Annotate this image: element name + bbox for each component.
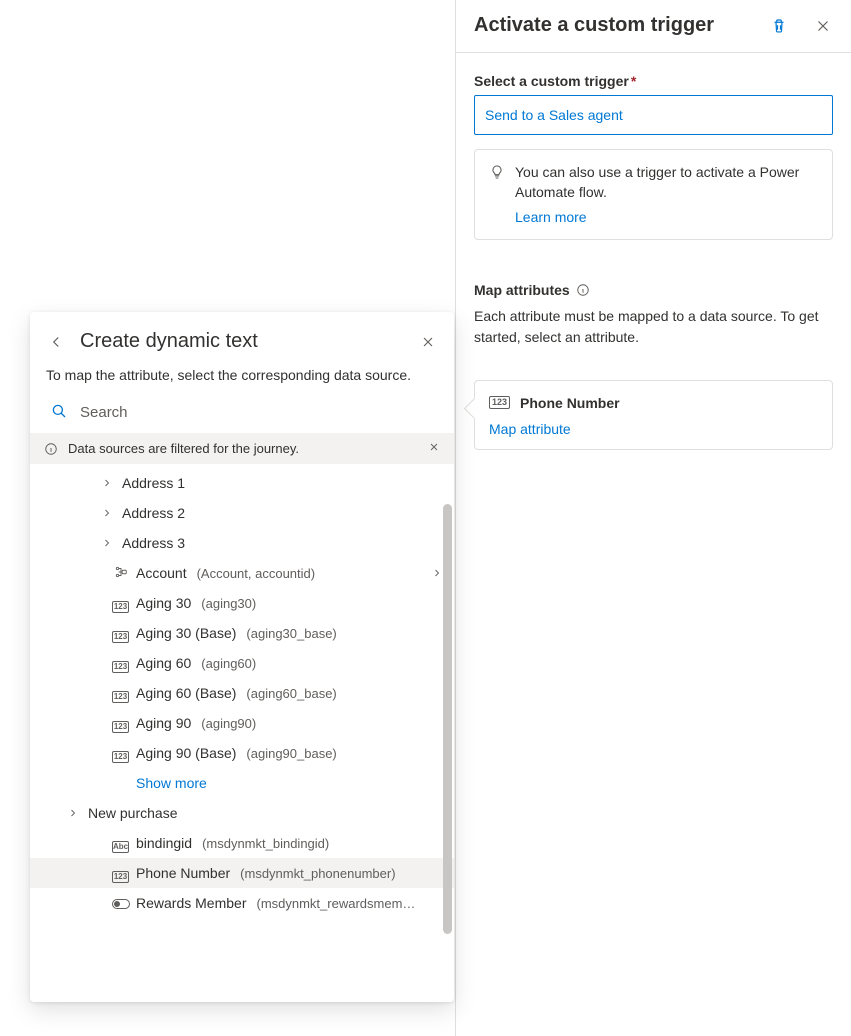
tree-item-label: Aging 60 bbox=[136, 655, 191, 671]
filter-banner-text: Data sources are filtered for the journe… bbox=[68, 441, 299, 456]
number-type-icon: 123 bbox=[112, 871, 129, 883]
activate-trigger-panel: Activate a custom trigger Select a custo… bbox=[455, 0, 851, 1036]
tree-item-sublabel: (aging30_base) bbox=[246, 626, 336, 641]
tree-item-field[interactable]: 123 Aging 30 (aging30) bbox=[30, 588, 454, 618]
back-icon[interactable] bbox=[46, 332, 66, 352]
tree-item-field[interactable]: 123 Aging 90 (aging90) bbox=[30, 708, 454, 738]
panel-header-actions bbox=[769, 12, 833, 36]
select-trigger-value: Send to a Sales agent bbox=[485, 107, 623, 123]
tree-item-sublabel: (aging90) bbox=[201, 716, 256, 731]
info-icon[interactable] bbox=[576, 283, 590, 297]
entity-link-icon bbox=[112, 566, 130, 578]
tree-item-field[interactable]: Abc bindingid (msdynmkt_bindingid) bbox=[30, 828, 454, 858]
tree-item-label: Aging 60 (Base) bbox=[136, 685, 236, 701]
tree-item-entity[interactable]: Account (Account, accountid) bbox=[30, 558, 454, 588]
tree-item-field[interactable]: 123 Aging 90 (Base) (aging90_base) bbox=[30, 738, 454, 768]
panel-title: Activate a custom trigger bbox=[474, 12, 769, 38]
tree-item-field[interactable]: 123 Aging 30 (Base) (aging30_base) bbox=[30, 618, 454, 648]
popup-desc: To map the attribute, select the corresp… bbox=[30, 361, 454, 396]
tree-item-label: Aging 90 (Base) bbox=[136, 745, 236, 761]
tree-item-expandable[interactable]: Address 2 bbox=[30, 498, 454, 528]
popup-close-icon[interactable] bbox=[418, 332, 438, 352]
tree-item-label: Account bbox=[136, 565, 187, 581]
scrollbar[interactable] bbox=[443, 504, 452, 934]
select-trigger-label-text: Select a custom trigger bbox=[474, 73, 629, 89]
attribute-name: Phone Number bbox=[520, 395, 620, 411]
lightbulb-icon bbox=[489, 164, 505, 227]
chevron-right-icon bbox=[66, 807, 80, 819]
chevron-right-icon bbox=[100, 537, 114, 549]
tree-item-label: Aging 90 bbox=[136, 715, 191, 731]
number-type-icon: 123 bbox=[112, 631, 129, 643]
tree-item-label: Aging 30 bbox=[136, 595, 191, 611]
tree-item-sublabel: (aging60) bbox=[201, 656, 256, 671]
search-icon bbox=[50, 402, 68, 423]
number-type-icon: 123 bbox=[112, 601, 129, 613]
tree-section-label: New purchase bbox=[88, 805, 178, 821]
search-row bbox=[30, 396, 454, 433]
tree-item-field[interactable]: 123 Aging 60 (Base) (aging60_base) bbox=[30, 678, 454, 708]
tip-text: You can also use a trigger to activate a… bbox=[515, 164, 799, 200]
attribute-title-row: 123 Phone Number bbox=[489, 395, 818, 411]
text-type-icon: Abc bbox=[112, 841, 129, 853]
tree-item-label: Address 3 bbox=[122, 535, 185, 551]
number-type-icon: 123 bbox=[489, 396, 510, 409]
tree-section[interactable]: New purchase bbox=[30, 798, 454, 828]
tree-item-label: Address 2 bbox=[122, 505, 185, 521]
chevron-right-icon bbox=[430, 567, 444, 579]
tree-item-field[interactable]: 123 Aging 60 (aging60) bbox=[30, 648, 454, 678]
tree-item-label: Address 1 bbox=[122, 475, 185, 491]
panel-header: Activate a custom trigger bbox=[456, 0, 851, 53]
tree-item-label: bindingid bbox=[136, 835, 192, 851]
tree-item-sublabel: (msdynmkt_rewardsmem… bbox=[256, 896, 415, 911]
map-attributes-desc: Each attribute must be mapped to a data … bbox=[474, 306, 833, 348]
number-type-icon: 123 bbox=[112, 661, 129, 673]
tree-item-sublabel: (msdynmkt_phonenumber) bbox=[240, 866, 395, 881]
show-more-link[interactable]: Show more bbox=[30, 768, 454, 798]
filter-banner-dismiss-icon[interactable] bbox=[428, 441, 440, 456]
tree-item-label: Aging 30 (Base) bbox=[136, 625, 236, 641]
tip-content: You can also use a trigger to activate a… bbox=[515, 162, 818, 227]
panel-body: Select a custom trigger* Send to a Sales… bbox=[456, 53, 851, 470]
number-type-icon: 123 bbox=[112, 691, 129, 703]
learn-more-link[interactable]: Learn more bbox=[515, 207, 587, 227]
tree-item-sublabel: (aging90_base) bbox=[246, 746, 336, 761]
select-trigger-label: Select a custom trigger* bbox=[474, 73, 833, 89]
required-asterisk: * bbox=[631, 73, 636, 89]
data-source-tree: Address 1 Address 2 Address 3 Account (Accou… bbox=[30, 464, 454, 1002]
tree-item-sublabel: (aging60_base) bbox=[246, 686, 336, 701]
attribute-card[interactable]: 123 Phone Number Map attribute bbox=[474, 380, 833, 450]
toggle-type-icon bbox=[112, 899, 130, 909]
search-input[interactable] bbox=[78, 403, 438, 422]
chevron-right-icon bbox=[100, 477, 114, 489]
number-type-icon: 123 bbox=[112, 751, 129, 763]
map-attribute-link[interactable]: Map attribute bbox=[489, 421, 818, 437]
delete-icon[interactable] bbox=[769, 16, 789, 36]
tree-item-expandable[interactable]: Address 3 bbox=[30, 528, 454, 558]
dynamic-text-popup: Create dynamic text To map the attribute… bbox=[30, 312, 454, 1002]
tree-item-label: Phone Number bbox=[136, 865, 230, 881]
popup-title: Create dynamic text bbox=[80, 330, 404, 353]
tree-item-sublabel: (aging30) bbox=[201, 596, 256, 611]
map-attributes-heading: Map attributes bbox=[474, 282, 833, 298]
tree-item-sublabel: (Account, accountid) bbox=[197, 566, 316, 581]
tree-item-sublabel: (msdynmkt_bindingid) bbox=[202, 836, 329, 851]
close-icon[interactable] bbox=[813, 16, 833, 36]
tree-item-expandable[interactable]: Address 1 bbox=[30, 468, 454, 498]
map-attributes-heading-text: Map attributes bbox=[474, 282, 570, 298]
filter-banner: Data sources are filtered for the journe… bbox=[30, 433, 454, 464]
select-trigger-dropdown[interactable]: Send to a Sales agent bbox=[474, 95, 833, 135]
tip-callout: You can also use a trigger to activate a… bbox=[474, 149, 833, 240]
tree-item-field[interactable]: Rewards Member (msdynmkt_rewardsmem… bbox=[30, 888, 454, 918]
tree-item-field[interactable]: 123 Phone Number (msdynmkt_phonenumber) bbox=[30, 858, 454, 888]
chevron-right-icon bbox=[100, 507, 114, 519]
popup-header: Create dynamic text bbox=[30, 312, 454, 361]
info-icon bbox=[44, 442, 58, 456]
tree-item-label: Rewards Member bbox=[136, 895, 246, 911]
number-type-icon: 123 bbox=[112, 721, 129, 733]
